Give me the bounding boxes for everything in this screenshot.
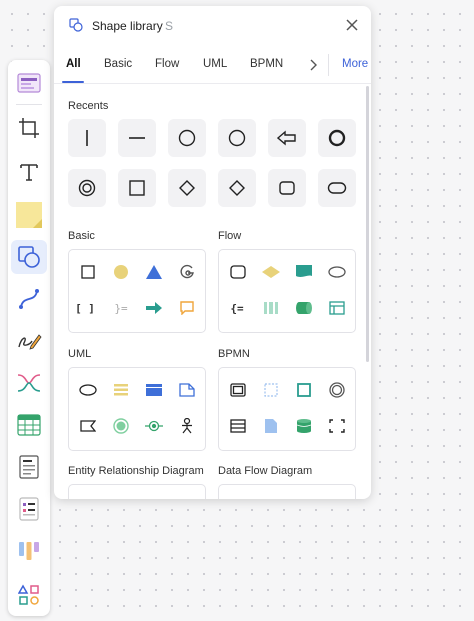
erd-shapes-group [68,484,206,499]
connector-icon[interactable] [11,282,47,316]
chevron-right-icon[interactable] [308,59,318,71]
bpmn-double-square[interactable] [226,378,250,402]
shape-library-panel: Shape library S All Basic Flow UML BPMN … [54,6,371,499]
tab-all[interactable]: All [66,58,81,70]
tab-uml[interactable]: UML [203,58,227,70]
pen-icon[interactable] [11,324,47,358]
tab-divider [328,54,329,76]
flow-ellipse[interactable] [325,260,349,284]
bpmn-dashed-corners[interactable] [325,414,349,438]
erd-dashed-circle[interactable] [76,495,100,499]
uml-flag[interactable] [76,414,100,438]
shortcut-hint: S [165,19,174,33]
section-flow: Flow [218,230,242,242]
uml-port-circle[interactable] [142,414,166,438]
tab-basic[interactable]: Basic [104,58,132,70]
uml-folded-note[interactable] [175,378,199,402]
flow-shapes-group: {= [218,249,356,333]
shape-rounded-rect[interactable] [268,169,306,207]
dfd-shapes-group [218,484,356,499]
shape-diamond-large[interactable] [218,169,256,207]
shape-vertical-line[interactable] [68,119,106,157]
tab-flow[interactable]: Flow [155,58,179,70]
erd-double-rect[interactable] [109,495,133,499]
panel-header: Shape library S [54,6,371,44]
toolbar-divider [16,104,42,105]
shape-stadium[interactable] [318,169,356,207]
close-icon[interactable] [345,18,359,32]
bpmn-dashed-square[interactable] [259,378,283,402]
uml-yellow-lines[interactable] [109,378,133,402]
basic-teal-arrow[interactable] [142,296,166,320]
uml-shapes-group [68,367,206,451]
section-recents: Recents [68,100,109,112]
table-icon[interactable] [11,408,47,442]
section-bpmn: BPMN [218,348,250,360]
bpmn-shapes-group [218,367,356,451]
dfd-folder[interactable] [226,495,250,499]
section-dfd: Data Flow Diagram [218,465,313,477]
sticky-note-icon[interactable] [11,198,47,232]
crop-frame-icon[interactable] [11,111,47,145]
shape-circle-large[interactable] [218,119,256,157]
basic-brace-lines[interactable]: }= [109,296,133,320]
flow-green-cylinder[interactable] [292,296,316,320]
dfd-circle[interactable] [292,495,316,499]
tab-bpmn[interactable]: BPMN [250,58,283,70]
basic-brackets[interactable]: [ ] [73,296,97,320]
erd-table[interactable] [175,495,199,499]
text-icon[interactable] [11,155,47,189]
bpmn-teal-square[interactable] [292,378,316,402]
shape-left-arrow[interactable] [268,119,306,157]
basic-yellow-circle[interactable] [109,260,133,284]
dfd-store[interactable] [325,495,349,499]
frame-template-icon[interactable] [11,66,47,100]
kanban-icon[interactable] [11,534,47,568]
tab-more[interactable]: More [342,58,368,70]
bpmn-lines-box[interactable] [226,414,250,438]
mindmap-icon[interactable] [11,366,47,400]
basic-shapes-group: [ ] }= [68,249,206,333]
bpmn-blue-document[interactable] [259,414,283,438]
apps-icon[interactable] [11,578,47,612]
basic-arc[interactable] [175,260,199,284]
uml-green-target[interactable] [109,414,133,438]
shape-library-icon [69,18,83,32]
left-toolbar [8,60,50,616]
section-basic: Basic [68,230,95,242]
bpmn-green-database[interactable] [292,414,316,438]
uml-actor[interactable] [175,414,199,438]
basic-square[interactable] [76,260,100,284]
flow-yellow-diamond[interactable] [259,260,283,284]
flow-rounded-rect[interactable] [226,260,250,284]
flow-table-frame[interactable] [325,296,349,320]
shape-double-circle[interactable] [68,169,106,207]
shape-icon[interactable] [11,240,47,274]
dfd-rect[interactable] [259,495,283,499]
flow-striped-bar[interactable] [259,296,283,320]
shape-circle-bold[interactable] [318,119,356,157]
flow-teal-document[interactable] [292,260,316,284]
uml-ellipse[interactable] [76,378,100,402]
section-uml: UML [68,348,92,360]
shape-square[interactable] [118,169,156,207]
category-tabs: All Basic Flow UML BPMN More [54,46,371,84]
panel-title: Shape library [92,19,163,33]
doc-icon[interactable] [11,450,47,484]
basic-blue-triangle[interactable] [142,260,166,284]
shape-diamond[interactable] [168,169,206,207]
basic-speech-bubble[interactable] [175,296,199,320]
flow-brace-equals[interactable]: {= [225,296,249,320]
uml-blue-window[interactable] [142,378,166,402]
list-icon[interactable] [11,492,47,526]
section-erd: Entity Relationship Diagram [68,465,204,477]
shape-horizontal-line[interactable] [118,119,156,157]
bpmn-double-circle[interactable] [325,378,349,402]
active-tab-indicator [62,81,84,83]
shape-list: Recents Basic Flow []}= {= UML BPMN En… [54,85,367,499]
shape-circle[interactable] [168,119,206,157]
erd-double-ellipse[interactable] [142,495,166,499]
